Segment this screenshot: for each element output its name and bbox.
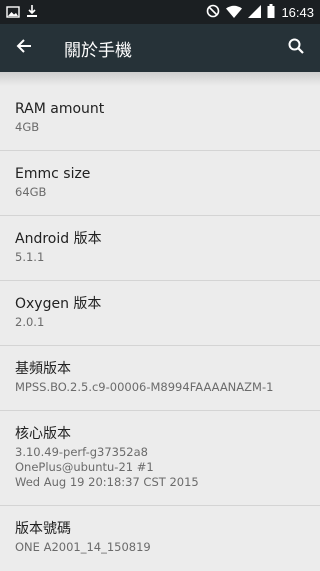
list-item-emmc[interactable]: Emmc size 64GB xyxy=(0,151,320,216)
status-time: 16:43 xyxy=(281,4,314,20)
item-title: 基頻版本 xyxy=(15,361,71,377)
status-bar-right: 16:43 xyxy=(206,3,314,22)
item-title: RAM amount xyxy=(15,101,105,117)
item-value: MPSS.BO.2.5.c9-00006-M8994FAAAANAZM-1 xyxy=(15,380,274,394)
battery-icon xyxy=(267,3,275,22)
list-item-ram[interactable]: RAM amount 4GB xyxy=(0,86,320,151)
arrow-back-icon xyxy=(16,38,32,58)
item-value: 5.1.1 xyxy=(15,250,45,264)
item-value: 64GB xyxy=(15,185,47,199)
list-item-baseband-version[interactable]: 基頻版本 MPSS.BO.2.5.c9-00006-M8994FAAAANAZM… xyxy=(0,346,320,411)
item-title: Oxygen 版本 xyxy=(15,296,102,312)
page-title: 關於手機 xyxy=(64,40,132,61)
list-item-android-version[interactable]: Android 版本 5.1.1 xyxy=(0,216,320,281)
settings-list: RAM amount 4GB Emmc size 64GB Android 版本… xyxy=(0,86,320,571)
image-icon xyxy=(6,3,20,22)
search-icon xyxy=(288,38,304,58)
list-item-oxygen-version[interactable]: Oxygen 版本 2.0.1 xyxy=(0,281,320,346)
item-title: 版本號碼 xyxy=(15,521,71,537)
no-sim-icon xyxy=(206,3,220,22)
item-value: 2.0.1 xyxy=(15,315,45,329)
toolbar-shadow xyxy=(0,72,320,86)
item-value-line: 3.10.49-perf-g37352a8 xyxy=(15,445,148,459)
item-title: 核心版本 xyxy=(15,426,71,442)
search-button[interactable] xyxy=(272,24,320,72)
item-title: Android 版本 xyxy=(15,231,102,247)
signal-icon xyxy=(248,3,262,22)
list-item-kernel-version[interactable]: 核心版本 3.10.49-perf-g37352a8 OnePlus@ubunt… xyxy=(0,411,320,506)
item-title: Emmc size xyxy=(15,166,91,182)
item-value-line: OnePlus@ubuntu-21 #1 xyxy=(15,460,154,474)
app-toolbar: 關於手機 xyxy=(0,24,320,72)
item-value-line: Wed Aug 19 20:18:37 CST 2015 xyxy=(15,475,199,489)
status-bar-left xyxy=(6,3,38,22)
list-item-build-number[interactable]: 版本號碼 ONE A2001_14_150819 xyxy=(0,506,320,571)
download-icon xyxy=(26,3,38,22)
item-value: ONE A2001_14_150819 xyxy=(15,540,151,554)
back-button[interactable] xyxy=(0,24,48,72)
wifi-icon xyxy=(226,3,243,22)
item-value: 4GB xyxy=(15,120,40,134)
status-bar: 16:43 xyxy=(0,0,320,24)
